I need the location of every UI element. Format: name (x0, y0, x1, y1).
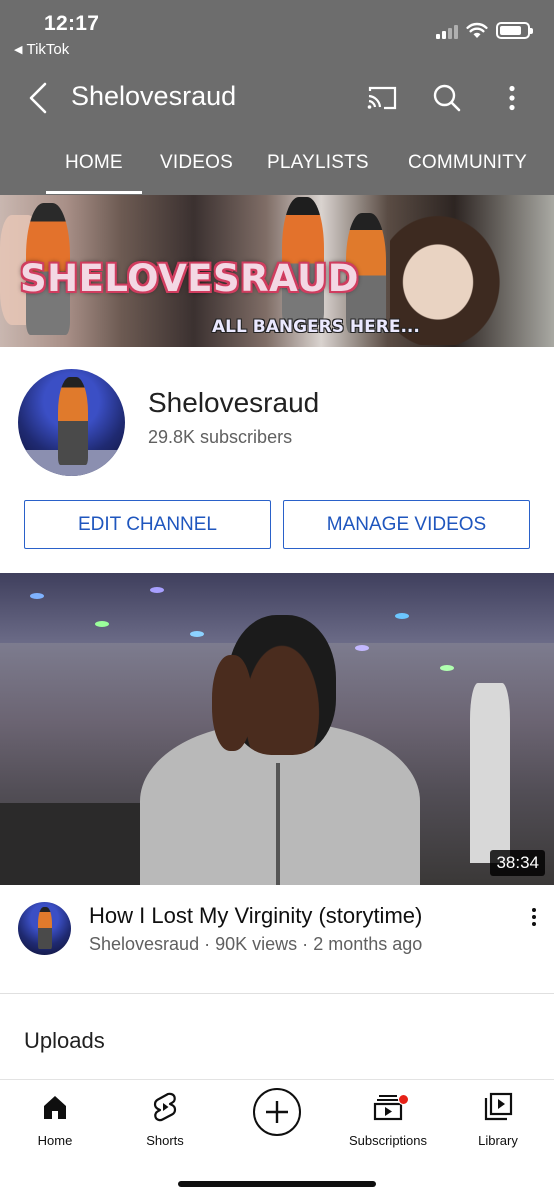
status-time: 12:17 (44, 12, 100, 35)
video-metadata: Shelovesraud · 90K views · 2 months ago (89, 934, 423, 954)
channel-name: Shelovesraud (148, 387, 320, 418)
channel-tabs: HOME VIDEOS PLAYLISTS COMMUNITY (0, 134, 554, 195)
library-icon (484, 1092, 513, 1121)
nav-subscriptions-label: Subscriptions (348, 1133, 428, 1148)
create-button[interactable] (253, 1088, 301, 1136)
video-duration-badge: 38:34 (490, 850, 545, 876)
edit-channel-button[interactable]: EDIT CHANNEL (24, 500, 271, 549)
nav-shorts[interactable]: Shorts (132, 1080, 198, 1150)
notification-dot (398, 1094, 409, 1105)
more-options-button[interactable] (494, 80, 530, 116)
search-icon (433, 84, 461, 112)
nav-library[interactable]: Library (467, 1080, 529, 1150)
uploads-section-title: Uploads (24, 1028, 105, 1053)
video-thumbnail[interactable] (0, 573, 554, 885)
wifi-icon (466, 22, 488, 38)
banner-title: SHELOVESRAUD (20, 257, 359, 300)
tab-community[interactable]: COMMUNITY (408, 152, 527, 174)
selected-tab-indicator (46, 191, 142, 194)
channel-avatar[interactable] (18, 369, 125, 476)
cast-icon (367, 86, 397, 110)
status-bar: 12:17 ◀ TikTok (0, 0, 554, 64)
nav-subscriptions[interactable]: Subscriptions (343, 1080, 433, 1150)
nav-home-label: Home (37, 1133, 73, 1148)
tab-videos[interactable]: VIDEOS (160, 152, 233, 174)
banner-subtitle: ALL BANGERS HERE... (212, 317, 420, 337)
more-vert-icon (509, 85, 515, 111)
back-app-label: TikTok (26, 41, 70, 58)
nav-shorts-label: Shorts (146, 1133, 184, 1148)
cellular-signal-icon (436, 23, 458, 39)
channel-title: Shelovesraud (71, 81, 237, 111)
subscriber-count: 29.8K subscribers (148, 427, 293, 447)
video-channel-name: Shelovesraud (89, 934, 200, 954)
channel-banner: SHELOVESRAUD ALL BANGERS HERE... (0, 195, 554, 347)
create-plus-icon (266, 1101, 288, 1123)
more-vert-icon (532, 908, 536, 926)
battery-icon (496, 22, 533, 39)
back-arrow-icon (29, 82, 47, 114)
back-triangle-icon: ◀ (14, 44, 23, 56)
video-age: 2 months ago (313, 934, 423, 954)
tab-playlists[interactable]: PLAYLISTS (267, 152, 369, 174)
manage-videos-button[interactable]: MANAGE VIDEOS (283, 500, 530, 549)
back-to-app-link[interactable]: ◀ TikTok (14, 41, 69, 58)
search-button[interactable] (429, 80, 465, 116)
home-icon (44, 1096, 66, 1119)
status-icons (436, 22, 533, 39)
home-indicator (178, 1181, 376, 1187)
video-channel-avatar[interactable] (18, 902, 71, 955)
shorts-icon (153, 1092, 177, 1122)
cast-button[interactable] (364, 80, 400, 116)
back-button[interactable] (20, 80, 56, 116)
section-divider (0, 993, 554, 994)
nav-home[interactable]: Home (22, 1080, 88, 1150)
video-title[interactable]: How I Lost My Virginity (storytime) (89, 903, 422, 929)
app-bar: Shelovesraud (0, 64, 554, 134)
video-views: 90K views (215, 934, 298, 954)
video-more-button[interactable] (520, 902, 548, 932)
nav-library-label: Library (478, 1133, 518, 1148)
tab-home[interactable]: HOME (65, 152, 123, 174)
